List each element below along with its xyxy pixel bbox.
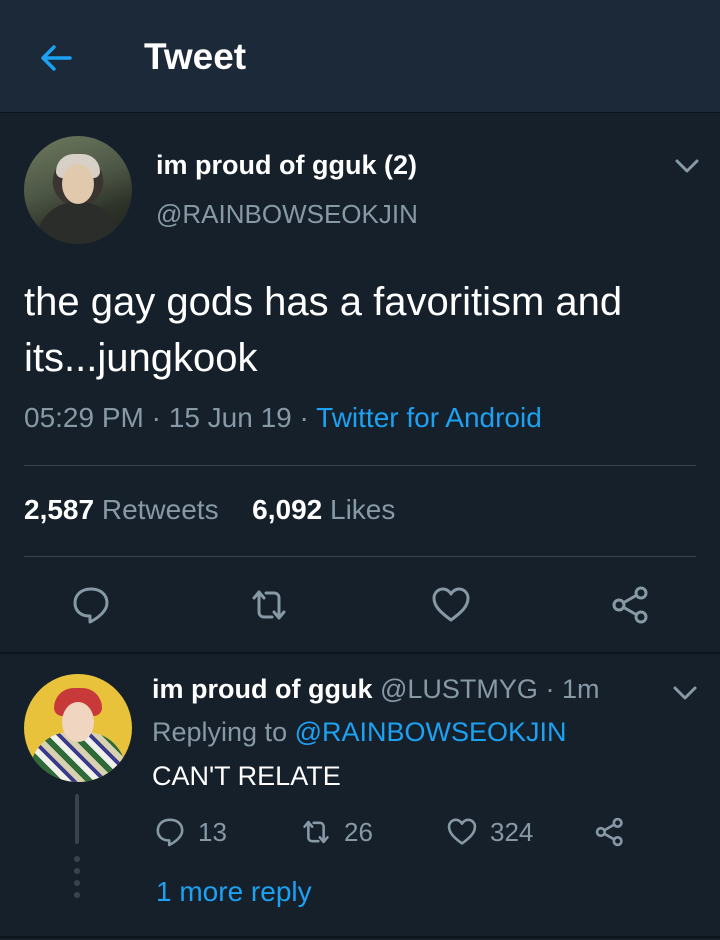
author-handle[interactable]: @RAINBOWSEOKJIN xyxy=(156,199,418,230)
thread-dot xyxy=(74,880,80,886)
tweet-date: 15 Jun 19 xyxy=(168,402,292,433)
reply-comment-button[interactable]: 13 xyxy=(154,814,227,850)
author-display-name[interactable]: im proud of gguk (2) xyxy=(156,150,417,181)
reply-comment-count: 13 xyxy=(198,816,227,847)
reply-icon xyxy=(156,818,184,847)
replying-to: Replying to @RAINBOWSEOKJIN xyxy=(152,717,567,747)
thread-dot xyxy=(74,892,80,898)
retweet-icon xyxy=(303,820,329,844)
share-icon xyxy=(595,817,623,847)
reply-avatar[interactable] xyxy=(24,674,132,782)
chevron-down-icon[interactable] xyxy=(672,684,698,702)
section-divider xyxy=(0,936,720,938)
share-icon[interactable] xyxy=(610,584,652,626)
tweet-time: 05:29 PM xyxy=(24,402,144,433)
reply-like-count: 324 xyxy=(490,816,534,847)
replying-to-mention[interactable]: @RAINBOWSEOKJIN xyxy=(295,717,567,747)
chevron-down-icon[interactable] xyxy=(674,157,700,175)
tweet-text: the gay gods has a favoritism and its...… xyxy=(24,280,623,380)
heart-icon xyxy=(447,818,477,845)
reply-header: im proud of gguk @LUSTMYG · 1m xyxy=(152,674,600,704)
heart-icon[interactable] xyxy=(430,584,472,626)
tweet-stats: 2,587 Retweets 6,092 Likes xyxy=(24,494,395,526)
retweet-icon[interactable] xyxy=(248,584,290,626)
arrow-left-icon[interactable] xyxy=(36,38,76,78)
thread-dot xyxy=(74,856,80,862)
reply-handle[interactable]: @LUSTMYG xyxy=(380,674,538,704)
likes-stat[interactable]: 6,092 Likes xyxy=(252,494,395,525)
reply-retweet-button[interactable]: 26 xyxy=(300,814,373,850)
reply-like-button[interactable]: 324 xyxy=(446,814,533,850)
more-replies-link[interactable]: 1 more reply xyxy=(156,876,312,908)
reply-age: 1m xyxy=(561,674,600,704)
divider xyxy=(24,556,696,557)
top-app-bar: Tweet xyxy=(0,0,720,113)
retweets-stat[interactable]: 2,587 Retweets xyxy=(24,494,219,525)
reply-text: CAN'T RELATE xyxy=(152,761,341,791)
page-title: Tweet xyxy=(144,36,247,77)
reply-display-name[interactable]: im proud of gguk xyxy=(152,674,372,704)
divider xyxy=(24,465,696,466)
thread-dot xyxy=(74,868,80,874)
reply-share-button[interactable] xyxy=(594,814,638,850)
avatar[interactable] xyxy=(24,136,132,244)
reply-icon[interactable] xyxy=(70,584,112,626)
section-divider xyxy=(0,652,720,654)
thread-line xyxy=(75,794,79,844)
reply-retweet-count: 26 xyxy=(344,816,373,847)
tweet-metadata: 05:29 PM · 15 Jun 19 · Twitter for Andro… xyxy=(24,402,542,433)
tweet-source-link[interactable]: Twitter for Android xyxy=(316,402,542,433)
